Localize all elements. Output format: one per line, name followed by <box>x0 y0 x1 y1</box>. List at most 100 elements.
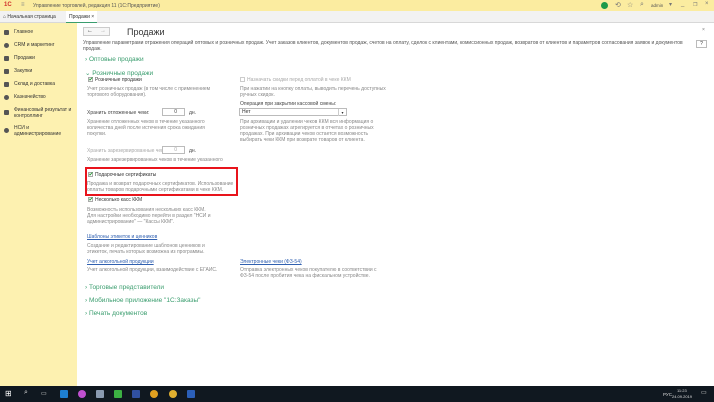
page-title: Продажи <box>127 27 165 37</box>
section-label: Оптовые продажи <box>88 56 144 63</box>
tab-label: Продажи <box>69 14 90 20</box>
chevron-right-icon: › <box>85 297 88 304</box>
keep-reserved-input[interactable]: 0 <box>162 146 185 154</box>
clock-time[interactable]: 11:23 <box>677 388 687 393</box>
close-op-label: Операция при закрытии кассовой смены: <box>240 101 337 107</box>
taskbar <box>0 386 714 402</box>
sidebar: Главное CRM и маркетинг Продажи Закупки … <box>0 23 77 386</box>
echeck-desc: Отправка электронных чеков покупателю в … <box>240 267 377 279</box>
language-indicator[interactable]: РУС <box>663 392 672 397</box>
tab-label: Начальная страница <box>7 14 56 20</box>
select-value: Нет <box>242 109 251 115</box>
input-value: 0 <box>174 109 177 115</box>
tab-bar: ⌂ Начальная страница Продажи × <box>0 11 714 23</box>
sidebar-item-sales[interactable]: Продажи <box>4 55 35 61</box>
keep-deferred-input[interactable]: 0 <box>162 108 185 116</box>
task-view-icon[interactable]: ▭ <box>41 390 47 397</box>
user-name[interactable]: admin <box>651 3 663 8</box>
forward-button[interactable]: → <box>100 28 106 34</box>
gear-icon <box>4 128 9 133</box>
android-icon[interactable] <box>114 390 122 398</box>
help-button[interactable]: ? <box>696 40 707 48</box>
1c-app-icon[interactable] <box>169 390 177 398</box>
gift-cert-checkbox[interactable]: Подарочные сертификаты <box>88 171 156 178</box>
checkbox-label: Розничные продажи <box>95 77 142 83</box>
sidebar-item-finance[interactable]: Финансовый результат и контроллинг <box>4 107 76 119</box>
close-op-desc: При архивации и удалении чеков ККМ вся и… <box>240 119 374 143</box>
edge-icon[interactable] <box>60 390 68 398</box>
discount-checkbox[interactable]: Назначать скидки перед оплатой в чеке КК… <box>240 77 351 83</box>
sidebar-item-purchases[interactable]: Закупки <box>4 68 32 74</box>
maps-icon[interactable] <box>78 390 86 398</box>
word-icon[interactable] <box>187 390 195 398</box>
section-agents[interactable]: › Торговые представители <box>85 284 164 291</box>
sidebar-label: Главное <box>14 29 34 35</box>
nav-buttons: ← → <box>83 27 110 36</box>
section-retail[interactable]: ⌄ Розничные продажи <box>85 69 153 77</box>
notifications-icon[interactable]: ▾ <box>669 1 672 8</box>
checkbox[interactable] <box>88 196 94 203</box>
title-bar: 1С ≡ Управление торговлей, редакция 11 (… <box>0 0 714 11</box>
templates-desc: Создание и редактирование шаблонов ценни… <box>87 243 205 255</box>
section-label: Розничные продажи <box>92 70 154 77</box>
section-print[interactable]: › Печать документов <box>85 310 147 317</box>
favorites-icon[interactable]: ☆ <box>627 1 633 9</box>
search-icon[interactable]: ⌕ <box>640 1 644 9</box>
history-icon[interactable]: ⟲ <box>615 1 621 9</box>
keep-deferred-desc: Хранение отложенных чеков в течение указ… <box>87 119 205 137</box>
keep-deferred-label: Хранить отложенные чеки: <box>87 110 150 116</box>
minimize-icon[interactable]: _ <box>681 1 684 7</box>
section-wholesale[interactable]: › Оптовые продажи <box>85 56 144 63</box>
sidebar-item-treasury[interactable]: Казначейство <box>4 94 46 100</box>
clock-date[interactable]: 24.09.2019 <box>672 394 692 399</box>
echeck-link[interactable]: Электронные чеки (ФЗ-54) <box>240 259 302 265</box>
retail-desc: Учет розничных продаж (в том числе с при… <box>87 86 211 98</box>
sidebar-label: Финансовый результат и контроллинг <box>14 107 72 119</box>
alcohol-link[interactable]: Учет алкогольной продукции <box>87 259 154 265</box>
templates-link[interactable]: Шаблоны этикеток и ценников <box>87 234 157 240</box>
sidebar-label: CRM и маркетинг <box>14 42 55 48</box>
checkbox[interactable] <box>240 77 245 83</box>
page-description: Управление параметрами отражения операци… <box>83 40 683 52</box>
retail-checkbox[interactable]: Розничные продажи <box>88 76 142 83</box>
tab-sales[interactable]: Продажи × <box>66 11 98 23</box>
windows-start-icon[interactable]: ⊞ <box>5 389 12 398</box>
app-icon[interactable] <box>132 390 140 398</box>
sidebar-item-crm[interactable]: CRM и маркетинг <box>4 42 54 48</box>
menu-icon[interactable]: ≡ <box>21 2 25 8</box>
checkbox[interactable] <box>88 171 94 178</box>
user-status-icon[interactable] <box>601 2 608 9</box>
sales-icon <box>4 55 9 61</box>
checkbox-label: Несколько касс ККМ <box>95 197 143 203</box>
chart-icon <box>4 110 9 115</box>
search-icon[interactable]: ⌕ <box>24 389 28 397</box>
restore-icon[interactable]: ❐ <box>693 2 697 8</box>
tab-close-icon[interactable]: × <box>91 14 94 20</box>
chevron-right-icon: › <box>85 56 88 63</box>
sidebar-item-admin[interactable]: НСИ и администрирование <box>4 125 70 137</box>
chevron-right-icon: › <box>85 310 88 317</box>
sidebar-label: НСИ и администрирование <box>14 125 62 137</box>
chrome-icon[interactable] <box>150 390 158 398</box>
tab-home[interactable]: ⌂ Начальная страница <box>3 14 56 20</box>
1c-logo: 1С <box>4 2 12 8</box>
close-op-select[interactable]: Нет ▾ <box>239 108 347 116</box>
checkbox[interactable] <box>88 76 94 83</box>
alcohol-desc: Учет алкогольной продукции, взаимодейств… <box>87 267 218 273</box>
days-label: дн. <box>189 110 197 116</box>
sidebar-label: Казначейство <box>14 94 46 100</box>
sidebar-item-main[interactable]: Главное <box>4 29 33 35</box>
input-value: 0 <box>174 147 177 153</box>
close-icon[interactable]: × <box>705 1 709 7</box>
section-mobile[interactable]: › Мобильное приложение "1С:Заказы" <box>85 297 200 304</box>
back-button[interactable]: ← <box>87 28 93 34</box>
dropdown-icon[interactable]: ▾ <box>338 109 346 116</box>
warehouse-icon <box>4 81 9 87</box>
app-icon[interactable] <box>96 390 104 398</box>
multi-kkm-checkbox[interactable]: Несколько касс ККМ <box>88 196 143 203</box>
close-form-icon[interactable]: × <box>702 27 705 33</box>
cart-icon <box>4 68 9 74</box>
sidebar-item-warehouse[interactable]: Склад и доставка <box>4 81 55 87</box>
section-label: Мобильное приложение "1С:Заказы" <box>88 297 201 304</box>
notification-center-icon[interactable]: ▭ <box>701 389 707 396</box>
